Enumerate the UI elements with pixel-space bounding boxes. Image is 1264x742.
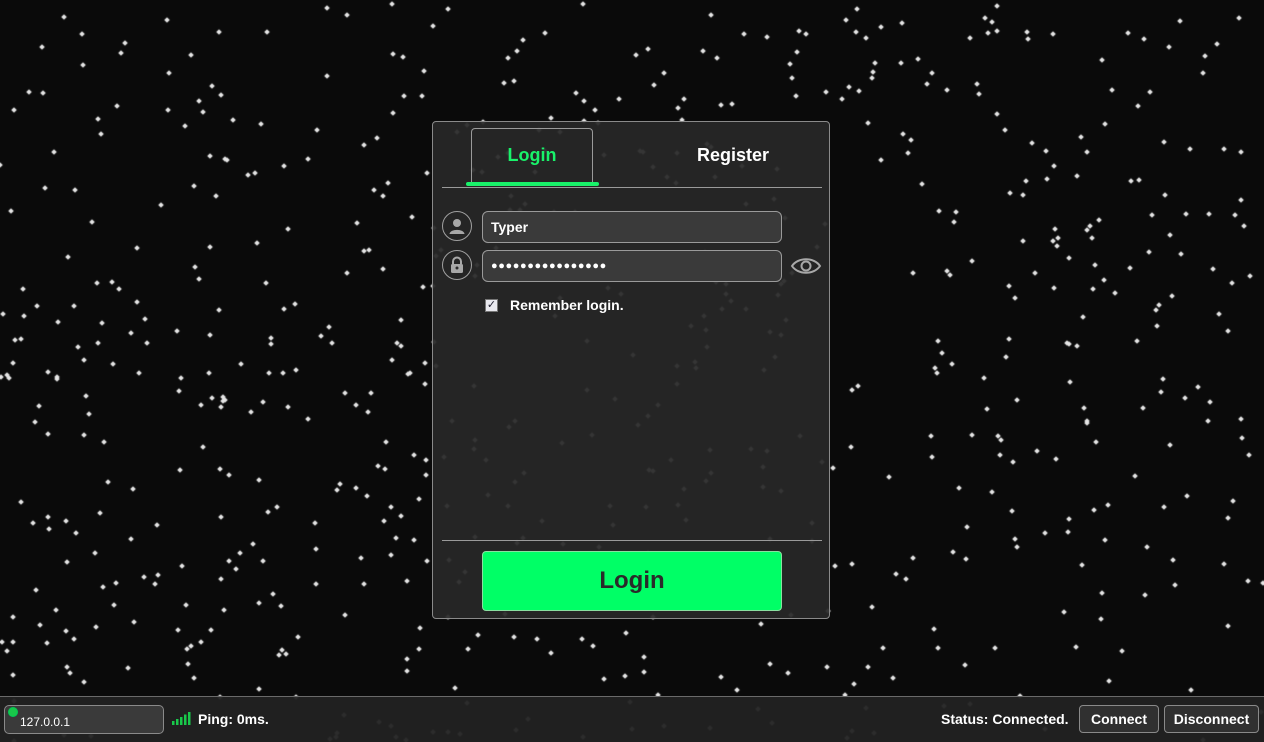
- tab-login[interactable]: Login: [471, 128, 593, 182]
- remember-label: Remember login.: [510, 297, 624, 313]
- connection-status: Status: Connected.: [941, 711, 1069, 727]
- ping-readout: Ping: 0ms.: [198, 711, 269, 727]
- login-panel: Login Register ●●●●●●●●●●●●●●●● ✓ Rememb…: [432, 121, 830, 619]
- user-icon: [442, 211, 472, 241]
- lock-icon: [442, 250, 472, 280]
- eye-icon[interactable]: [790, 254, 822, 278]
- remember-checkbox[interactable]: ✓: [485, 299, 498, 312]
- connect-button[interactable]: Connect: [1079, 705, 1159, 733]
- password-input[interactable]: ●●●●●●●●●●●●●●●●: [482, 250, 782, 282]
- disconnect-button[interactable]: Disconnect: [1164, 705, 1259, 733]
- signal-bars-icon: [172, 712, 191, 725]
- tab-register[interactable]: Register: [663, 128, 803, 182]
- active-tab-indicator: [466, 182, 599, 186]
- footer-divider: [442, 540, 822, 541]
- login-button[interactable]: Login: [482, 551, 782, 611]
- status-bar: Ping: 0ms. Status: Connected. Connect Di…: [0, 696, 1264, 742]
- connection-indicator-dot: [8, 707, 18, 717]
- username-input[interactable]: [482, 211, 782, 243]
- password-mask: ●●●●●●●●●●●●●●●●: [491, 260, 607, 272]
- tab-divider: [442, 187, 822, 188]
- server-address-input[interactable]: [4, 705, 164, 734]
